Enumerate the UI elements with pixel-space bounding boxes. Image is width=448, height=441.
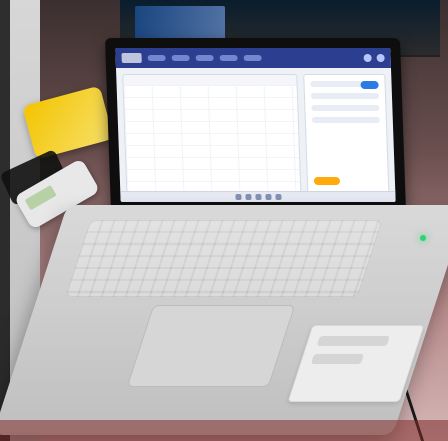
taskbar-icon bbox=[264, 194, 272, 200]
side-line bbox=[311, 117, 380, 123]
nav-item bbox=[195, 55, 214, 61]
taskbar-icon bbox=[234, 194, 242, 200]
side-line bbox=[310, 93, 380, 99]
sticker-text-block bbox=[310, 354, 365, 364]
status-led-icon bbox=[420, 235, 426, 241]
main-panel bbox=[122, 74, 302, 196]
foreground-edge bbox=[0, 420, 448, 441]
laptop-keyboard bbox=[65, 220, 383, 297]
nav-item bbox=[243, 55, 262, 61]
os-taskbar bbox=[120, 191, 396, 202]
left-shadow bbox=[0, 0, 10, 441]
user-icon bbox=[363, 54, 372, 62]
primary-button-icon bbox=[360, 81, 379, 89]
laptop-screen bbox=[115, 48, 396, 202]
taskbar-icon bbox=[274, 194, 282, 200]
photo-scene bbox=[0, 0, 448, 441]
laptop-touchpad bbox=[126, 305, 296, 387]
side-line bbox=[311, 105, 380, 111]
sticker-text-block bbox=[316, 336, 390, 346]
app-header bbox=[115, 48, 391, 68]
nav-item bbox=[171, 55, 190, 61]
menu-icon bbox=[376, 54, 385, 62]
nav-item bbox=[219, 55, 238, 61]
laptop bbox=[104, 38, 407, 213]
secondary-button-icon bbox=[313, 177, 341, 185]
background-monitor-screen bbox=[135, 6, 225, 40]
remote-lcd bbox=[24, 184, 57, 211]
side-panel bbox=[303, 74, 390, 196]
taskbar-icon bbox=[244, 194, 252, 200]
app-content bbox=[116, 68, 396, 202]
nav-item bbox=[147, 55, 166, 61]
taskbar-icon bbox=[254, 194, 262, 200]
table-grid bbox=[123, 85, 301, 195]
header-actions bbox=[363, 54, 385, 62]
app-logo bbox=[121, 53, 142, 63]
